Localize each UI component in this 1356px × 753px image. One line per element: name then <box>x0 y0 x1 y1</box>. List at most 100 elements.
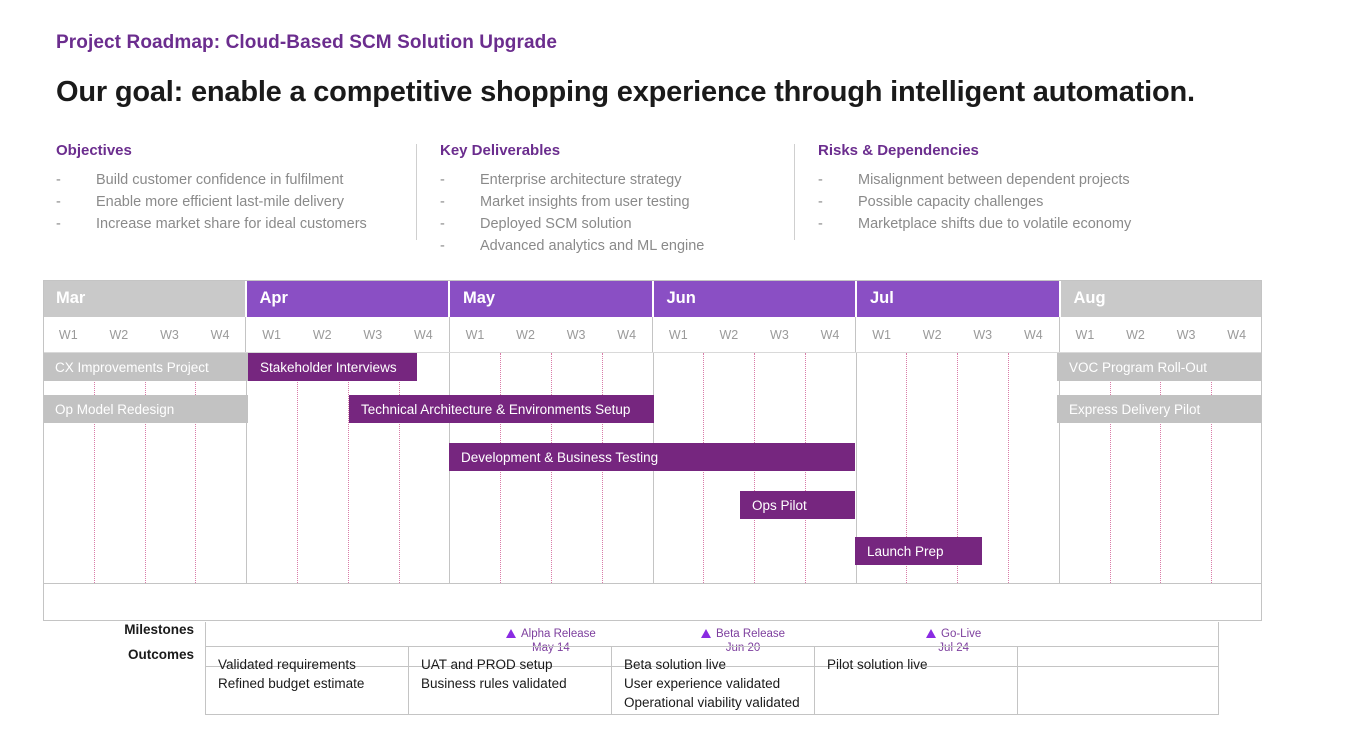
gantt-week-cell: W2 <box>312 327 332 342</box>
gantt-task-bar[interactable]: Development & Business Testing <box>449 443 855 471</box>
gantt-month-aug: Aug <box>1060 280 1262 317</box>
list-item-label: Build customer confidence in fulfilment <box>96 172 344 188</box>
gantt-task-bar[interactable]: Express Delivery Pilot <box>1057 395 1261 423</box>
gantt-week-group-apr: W1 W2 W3 W4 <box>246 317 450 352</box>
gantt-task-bar[interactable]: Stakeholder Interviews <box>248 353 417 381</box>
list-item-label: Marketplace shifts due to volatile econo… <box>858 216 1132 232</box>
list-item: - Deployed SCM solution <box>440 213 778 235</box>
bullet-marker: - <box>56 216 61 232</box>
gantt-month-header: Mar Apr May Jun Jul Aug <box>43 280 1262 317</box>
gantt-week-gridline <box>1211 353 1213 583</box>
page-title: Our goal: enable a competitive shopping … <box>56 76 1195 108</box>
column-key-deliverables-title: Key Deliverables <box>440 142 561 159</box>
bullet-marker: - <box>440 216 445 232</box>
milestone-name: Beta Release <box>716 628 786 640</box>
gantt-week-cell: W3 <box>770 327 789 342</box>
bullet-marker: - <box>818 216 823 232</box>
page-eyebrow-title: Project Roadmap: Cloud-Based SCM Solutio… <box>56 32 558 53</box>
gantt-week-group-may: W1 W2 W3 W4 <box>450 317 653 352</box>
list-item-label: Increase market share for ideal customer… <box>96 216 367 232</box>
gantt-week-cell: W3 <box>566 327 586 342</box>
gantt-week-gridline <box>1109 353 1111 583</box>
bullet-marker: - <box>56 194 61 210</box>
gantt-week-gridline <box>1160 353 1162 583</box>
list-item: - Enable more efficient last-mile delive… <box>56 191 400 213</box>
list-item: - Advanced analytics and ML engine <box>440 235 778 257</box>
list-item: - Build customer confidence in fulfilmen… <box>56 169 400 191</box>
list-item-label: Market insights from user testing <box>480 194 690 210</box>
gantt-week-header: W1 W2 W3 W4 W1 W2 W3 W4 W1 W2 W3 W4 W1 W2 W3 W4 W1 W2 W3 W4… <box>43 317 1262 353</box>
list-item-label: Possible capacity challenges <box>858 194 1044 210</box>
gantt-week-group-mar: W1 W2 W3 W4 <box>43 317 247 352</box>
gantt-week-cell: W4 <box>210 327 230 342</box>
gantt-week-cell: W4 <box>1023 327 1043 342</box>
outcome-cell: Validated requirements Refined budget est… <box>206 647 409 714</box>
outcome-cell: Pilot solution live <box>815 647 1018 714</box>
outcome-line: Business rules validated <box>421 676 567 691</box>
outcome-cell: Beta solution live User experience valida… <box>612 647 815 714</box>
list-item: - Market insights from user testing <box>440 191 778 213</box>
column-risks-dependencies-title: Risks & Dependencies <box>818 142 979 159</box>
gantt-month-may: May <box>450 280 654 317</box>
gantt-month-gridline <box>246 353 248 583</box>
gantt-week-cell: W3 <box>160 327 179 342</box>
list-item: - Increase market share for ideal custom… <box>56 213 400 235</box>
gantt-week-group-jul: W1 W2 W3 W4 <box>856 317 1060 352</box>
gantt-week-gridline <box>93 353 95 583</box>
bullet-marker: - <box>440 194 445 210</box>
column-objectives-title: Objectives <box>56 142 132 159</box>
list-item: - Marketplace shifts due to volatile eco… <box>818 213 1178 235</box>
gantt-task-bar[interactable]: Launch Prep <box>855 537 982 565</box>
gantt-week-cell: W4 <box>413 327 433 342</box>
outcome-cell: UAT and PROD setup Business rules validat… <box>409 647 612 714</box>
list-item: - Misalignment between dependent project… <box>818 169 1178 191</box>
triangle-icon <box>506 629 516 638</box>
summary-columns: Objectives - Build customer confidence i… <box>56 142 1306 257</box>
gantt-task-bar[interactable]: Ops Pilot <box>740 491 855 519</box>
gantt-week-gridline <box>195 353 197 583</box>
gantt-task-bar[interactable]: CX Improvements Project <box>43 353 248 381</box>
gantt-week-gridline <box>347 353 349 583</box>
gantt-week-gridline <box>398 353 400 583</box>
gantt-task-bar[interactable]: Op Model Redesign <box>43 395 248 423</box>
milestone-name: Alpha Release <box>521 628 596 640</box>
gantt-task-bar[interactable]: VOC Program Roll-Out <box>1057 353 1261 381</box>
bullet-marker: - <box>56 172 61 188</box>
gantt-month-jul: Jul <box>857 280 1061 317</box>
gantt-week-cell: W1 <box>668 327 688 342</box>
list-item: - Enterprise architecture strategy <box>440 169 778 191</box>
gantt-grid: Mar Apr May Jun Jul Aug W1 W2 W3 W4 W1 W2 W3 W4 W1 W2 W… <box>43 280 1262 621</box>
gantt-week-cell: W4 <box>1227 327 1247 342</box>
gantt-week-gridline <box>1008 353 1010 583</box>
gantt-task-bar[interactable]: Technical Architecture & Environments Se… <box>349 395 654 423</box>
gantt-week-gridline <box>296 353 298 583</box>
bullet-marker: - <box>818 172 823 188</box>
milestone-name: Go-Live <box>941 628 982 640</box>
gantt-month-apr: Apr <box>246 280 450 317</box>
gantt-week-cell: W2 <box>109 327 129 342</box>
gantt-month-gridline <box>1058 353 1060 583</box>
outcome-line: User experience validated <box>624 676 781 691</box>
outcome-line: Operational viability validated <box>624 695 800 710</box>
outcome-line: Beta solution live <box>624 657 727 672</box>
gantt-chart: Mar Apr May Jun Jul Aug W1 W2 W3 W4 W1 W2 W3 W4 W1 W2 W… <box>43 280 1262 621</box>
list-item-label: Deployed SCM solution <box>480 216 632 232</box>
gantt-week-cell: W3 <box>363 327 383 342</box>
gantt-month-jun: Jun <box>653 280 857 317</box>
milestones-row-label: Milestones <box>124 622 194 637</box>
gantt-week-group-aug: W1 W2 W3 W4 <box>1060 317 1262 352</box>
gantt-week-cell: W2 <box>922 327 942 342</box>
bullet-marker: - <box>818 194 823 210</box>
outcomes-row-label: Outcomes <box>127 647 194 662</box>
list-item: - Possible capacity challenges <box>818 191 1178 213</box>
column-key-deliverables: Key Deliverables - Enterprise architectu… <box>416 142 794 257</box>
gantt-week-cell: W4 <box>617 327 637 342</box>
list-item-label: Advanced analytics and ML engine <box>480 238 705 254</box>
triangle-icon <box>926 629 936 638</box>
column-objectives: Objectives - Build customer confidence i… <box>56 142 416 257</box>
outcome-line: UAT and PROD setup <box>421 657 553 672</box>
outcomes-track: Outcomes Validated requirements Refined b… <box>128 646 1219 715</box>
list-item-label: Misalignment between dependent projects <box>858 172 1130 188</box>
bullet-marker: - <box>440 172 445 188</box>
outcome-line: Pilot solution live <box>827 657 928 672</box>
